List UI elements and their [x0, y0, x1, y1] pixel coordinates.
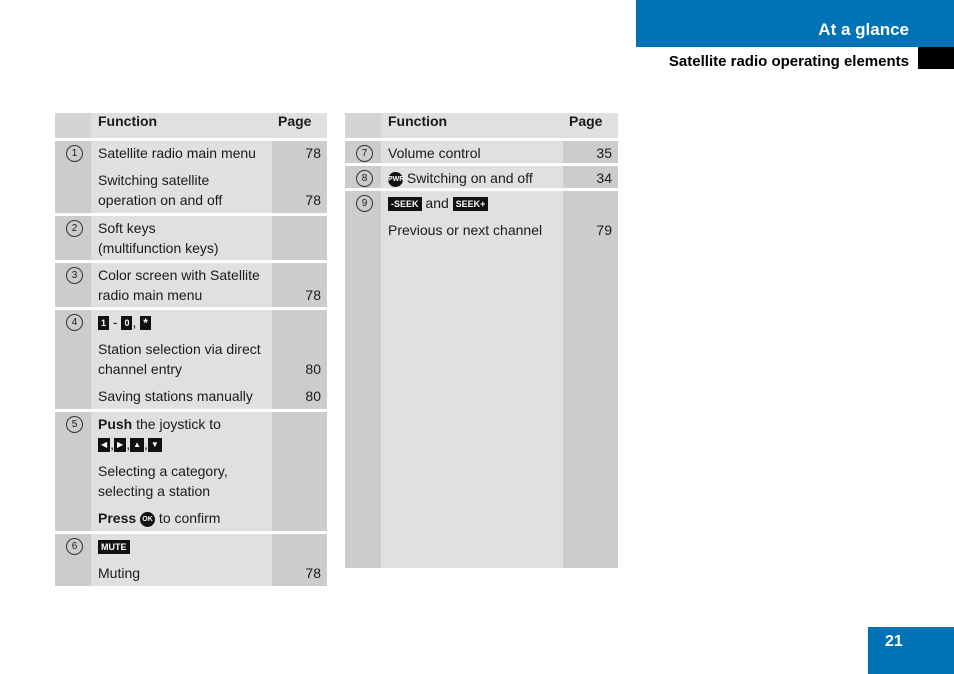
page-ref: 78 — [305, 192, 321, 208]
function-text: Muting — [98, 565, 141, 581]
page-ref: 78 — [305, 287, 321, 303]
page-number-box: 21 — [868, 627, 954, 674]
function-text: Color screen with Satellite — [98, 267, 260, 283]
function-text: Previous or next channel — [388, 222, 543, 238]
function-text: the joystick to — [132, 416, 221, 432]
function-text: and — [421, 195, 453, 211]
function-text: Switching satellite — [98, 172, 210, 188]
header-page: Page — [272, 113, 327, 140]
right-function-table: Function Page 7 Volume control 35 8 PWR … — [345, 113, 618, 568]
page-ref: 78 — [305, 565, 321, 581]
callout-number: 4 — [66, 314, 83, 331]
function-text: Station selection via direct — [98, 341, 261, 357]
callout-number: 6 — [66, 538, 83, 555]
page-ref: 79 — [596, 222, 612, 238]
section-title: At a glance — [818, 20, 909, 39]
page-ref: 35 — [596, 145, 612, 161]
callout-number: 1 — [66, 145, 83, 162]
callout-number: 2 — [66, 220, 83, 237]
header-page: Page — [563, 113, 618, 140]
function-text: Switching on and off — [403, 170, 533, 186]
comma: , — [132, 314, 137, 330]
push-label: Push — [98, 416, 133, 432]
left-function-table: Function Page 1 Satellite radio main men… — [55, 113, 327, 586]
header-function: Function — [91, 113, 272, 140]
header-bar: At a glance — [636, 0, 954, 47]
table-header: Function Page — [345, 113, 618, 140]
table-row: 3 Color screen with Satellite radio main… — [55, 260, 327, 309]
arrow-down-icon: ▼ — [147, 438, 162, 453]
arrow-right-icon: ▶ — [114, 438, 127, 453]
arrow-left-icon: ◀ — [98, 438, 111, 453]
table-row: 5 Push the joystick to ◀, ▶, ▲, ▼ Selecting… — [55, 409, 327, 533]
function-text: selecting a station — [98, 483, 211, 499]
page-ref: 80 — [305, 361, 321, 377]
arrow-up-icon: ▲ — [130, 438, 145, 453]
function-text: Selecting a category, — [98, 463, 228, 479]
table-row: 1 Satellite radio main menu Switching sa… — [55, 138, 327, 215]
key-1-icon: 1 — [98, 316, 110, 331]
table-row: 2 Soft keys (multifunction keys) — [55, 213, 327, 262]
section-marker — [918, 47, 954, 69]
power-button-icon: PWR — [388, 171, 404, 187]
page-ref: 78 — [305, 145, 321, 161]
function-text: radio main menu — [98, 287, 203, 303]
key-star-icon: * — [140, 316, 151, 331]
function-text: Saving stations manually — [98, 388, 253, 404]
ok-button-icon: OK — [140, 511, 156, 527]
function-text: Soft keys — [98, 220, 156, 236]
function-text: operation on and off — [98, 192, 223, 208]
seek-minus-key-icon: -SEEK — [388, 197, 422, 212]
callout-number: 5 — [66, 416, 83, 433]
callout-number: 3 — [66, 267, 83, 284]
page-ref: 80 — [305, 388, 321, 404]
function-text: (multifunction keys) — [98, 240, 219, 256]
page-number: 21 — [885, 633, 903, 650]
table-row: 9 -SEEK and SEEK+ Previous or next chann… — [345, 188, 618, 568]
table-row: 4 1 - 0, * Station selection via direct … — [55, 307, 327, 411]
function-text: Volume control — [388, 145, 481, 161]
press-label: Press — [98, 510, 137, 526]
table-row: 8 PWR Switching on and off 34 — [345, 163, 618, 190]
seek-plus-key-icon: SEEK+ — [452, 197, 489, 212]
key-0-icon: 0 — [121, 316, 133, 331]
header-function: Function — [381, 113, 563, 140]
page-ref: 34 — [596, 170, 612, 186]
callout-number: 9 — [356, 195, 373, 212]
function-text: to confirm — [155, 510, 221, 526]
mute-key-icon: MUTE — [98, 540, 130, 555]
callout-number: 8 — [356, 170, 373, 187]
table-row: 7 Volume control 35 — [345, 138, 618, 165]
subsection-title: Satellite radio operating elements — [668, 53, 909, 70]
table-row: 6 MUTE Muting 78 — [55, 531, 327, 586]
key-range-separator: - — [112, 314, 118, 330]
function-text: Satellite radio main menu — [98, 145, 256, 161]
table-header: Function Page — [55, 113, 327, 140]
callout-number: 7 — [356, 145, 373, 162]
function-text: channel entry — [98, 361, 183, 377]
